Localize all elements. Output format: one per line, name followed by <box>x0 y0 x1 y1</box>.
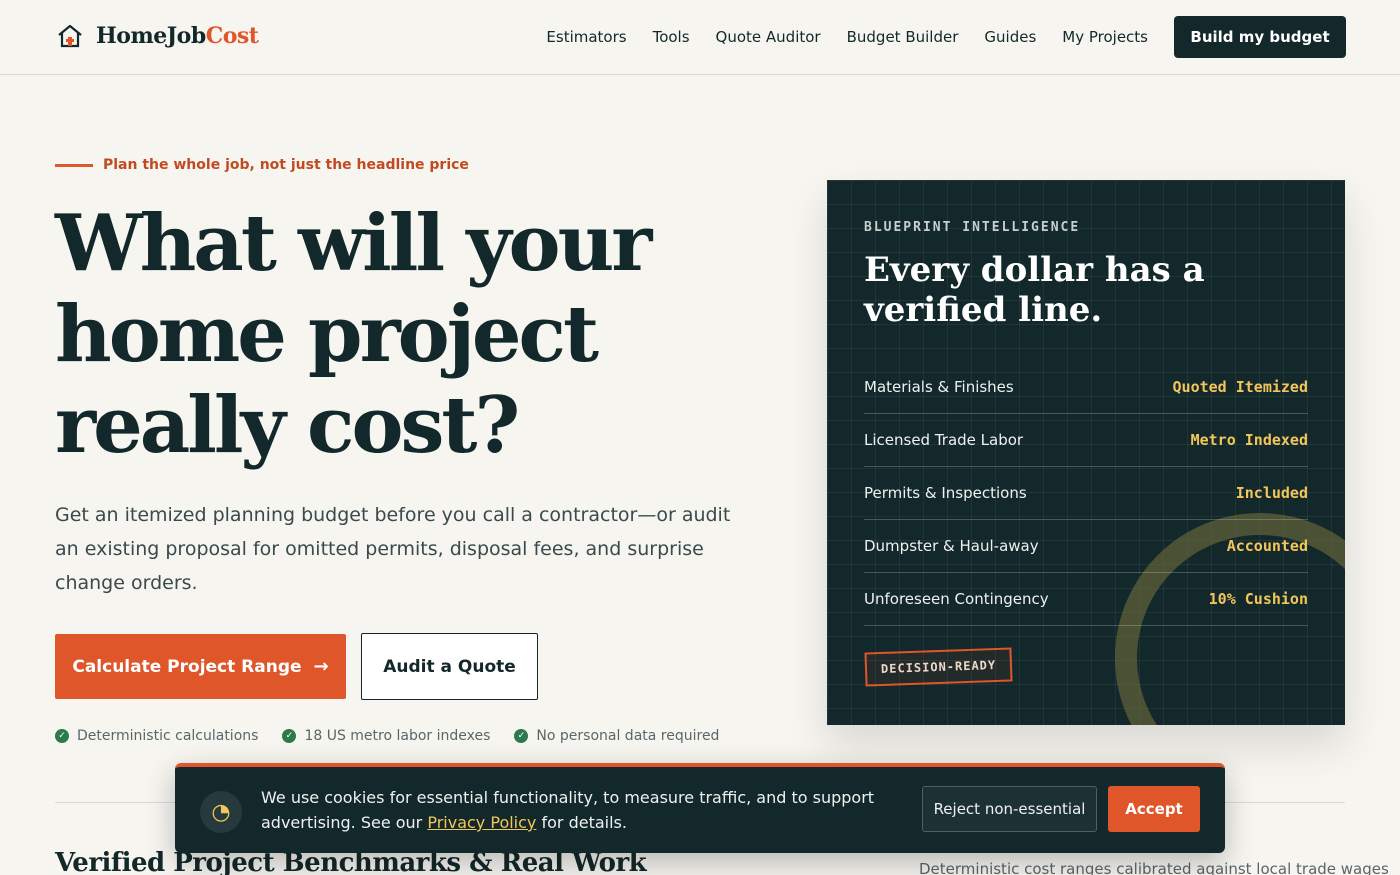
cookie-text-end: for details. <box>536 813 627 832</box>
accept-cookies-button[interactable]: Accept <box>1108 786 1200 832</box>
trust-item: ✓ 18 US metro labor indexes <box>282 728 490 744</box>
calculate-range-label: Calculate Project Range <box>72 656 302 677</box>
eyebrow-text: Plan the whole job, not just the headlin… <box>103 157 469 173</box>
nav-guides[interactable]: Guides <box>984 28 1036 46</box>
check-icon: ✓ <box>282 729 297 743</box>
trust-badges: ✓ Deterministic calculations ✓ 18 US met… <box>55 728 743 744</box>
hero-subtitle: Get an itemized planning budget before y… <box>55 504 731 594</box>
card-line-items: Materials & Finishes Quoted Itemized Lic… <box>864 361 1308 626</box>
section-subtitle: Deterministic cost ranges calibrated aga… <box>919 860 1389 875</box>
logo-text-home: HomeJob <box>96 23 206 49</box>
hero-title-line-3: really cost? <box>55 380 520 471</box>
cookie-banner: ◔ We use cookies for essential functiona… <box>175 763 1225 853</box>
card-title: Every dollar has a verified line. <box>864 250 1205 330</box>
card-row: Unforeseen Contingency 10% Cushion <box>864 573 1308 626</box>
row-value: Accounted <box>1226 537 1308 555</box>
check-icon: ✓ <box>514 729 529 743</box>
site-logo[interactable]: HomeJobCost <box>56 22 259 50</box>
decision-ready-stamp: DECISION-READY <box>864 647 1013 687</box>
hero-title: What will your home project really cost? <box>55 198 775 471</box>
nav-my-projects[interactable]: My Projects <box>1062 28 1148 46</box>
audit-quote-button[interactable]: Audit a Quote <box>361 633 538 700</box>
card-row: Licensed Trade Labor Metro Indexed <box>864 414 1308 467</box>
nav-quote-auditor[interactable]: Quote Auditor <box>716 28 821 46</box>
logo-text-cost: Cost <box>205 23 259 49</box>
nav-estimators[interactable]: Estimators <box>546 28 626 46</box>
eyebrow-line <box>55 163 93 167</box>
card-eyebrow: BLUEPRINT INTELLIGENCE <box>864 220 1081 235</box>
calculate-range-button[interactable]: Calculate Project Range → <box>55 634 346 699</box>
build-budget-button[interactable]: Build my budget <box>1174 16 1346 58</box>
privacy-policy-link[interactable]: Privacy Policy <box>427 813 536 832</box>
row-value: Included <box>1235 484 1308 502</box>
trust-item: ✓ Deterministic calculations <box>55 728 258 744</box>
hero-eyebrow: Plan the whole job, not just the headlin… <box>55 157 469 173</box>
reject-cookies-button[interactable]: Reject non-essential <box>922 786 1097 832</box>
nav-tools[interactable]: Tools <box>653 28 690 46</box>
logo-text: HomeJobCost <box>96 23 259 49</box>
row-label: Dumpster & Haul-away <box>864 537 1039 555</box>
house-icon <box>58 24 82 48</box>
trust-label: Deterministic calculations <box>77 728 259 744</box>
card-row: Dumpster & Haul-away Accounted <box>864 520 1308 573</box>
trust-label: No personal data required <box>536 728 720 744</box>
main-nav: Estimators Tools Quote Auditor Budget Bu… <box>546 16 1346 58</box>
hero-title-line-2: home project <box>55 289 599 380</box>
card-row: Materials & Finishes Quoted Itemized <box>864 361 1308 414</box>
row-value: Metro Indexed <box>1190 431 1308 449</box>
row-label: Licensed Trade Labor <box>864 431 1024 449</box>
row-label: Permits & Inspections <box>864 484 1027 502</box>
row-label: Materials & Finishes <box>864 378 1014 396</box>
row-value: Quoted Itemized <box>1172 378 1308 396</box>
row-value: 10% Cushion <box>1208 590 1308 608</box>
cookie-message: We use cookies for essential functionali… <box>261 785 911 835</box>
check-icon: ✓ <box>55 729 69 743</box>
nav-budget-builder[interactable]: Budget Builder <box>847 28 959 46</box>
row-label: Unforeseen Contingency <box>864 590 1049 608</box>
cookie-icon: ◔ <box>200 791 242 833</box>
card-row: Permits & Inspections Included <box>864 467 1308 520</box>
arrow-right-icon: → <box>313 656 329 677</box>
blueprint-card: BLUEPRINT INTELLIGENCE Every dollar has … <box>827 180 1345 725</box>
trust-label: 18 US metro labor indexes <box>304 728 491 744</box>
hero-title-line-1: What will your <box>55 198 652 289</box>
trust-item: ✓ No personal data required <box>514 728 719 744</box>
site-header: HomeJobCost Estimators Tools Quote Audit… <box>0 0 1400 75</box>
